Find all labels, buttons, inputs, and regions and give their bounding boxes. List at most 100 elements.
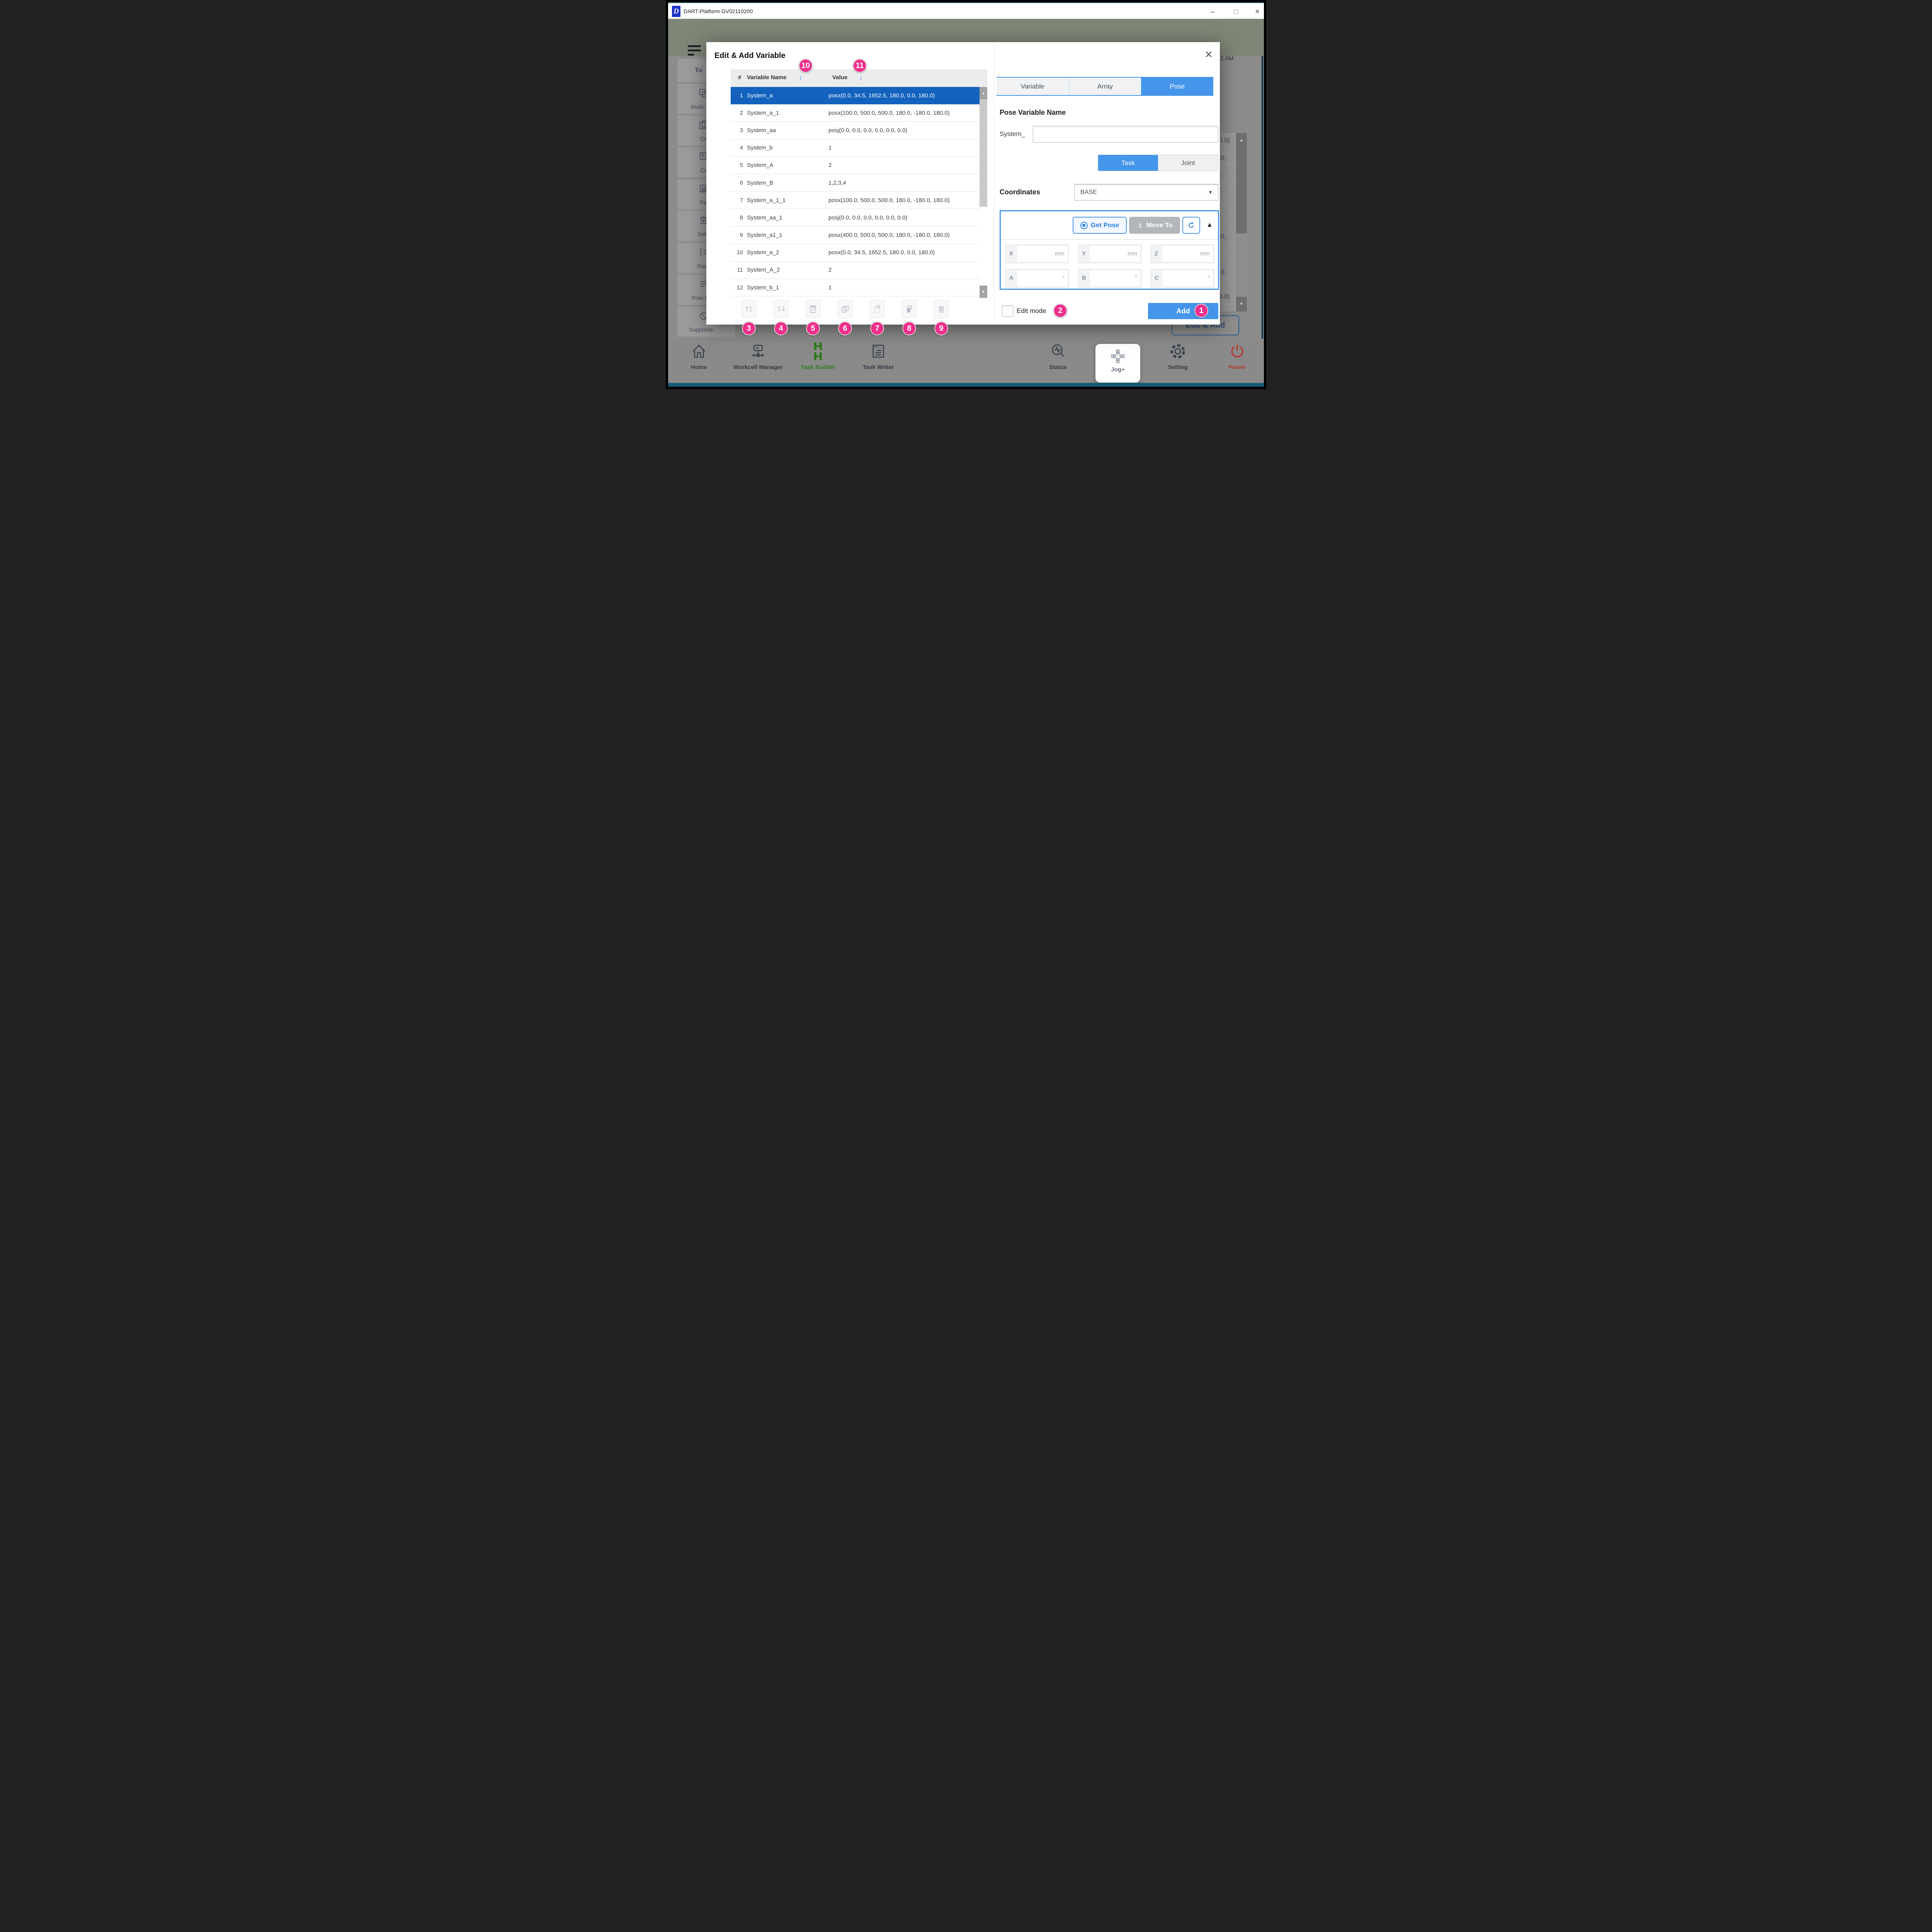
callout-badge-2: 2 (1053, 304, 1067, 318)
tab-variable[interactable]: Variable (997, 78, 1069, 95)
table-row[interactable]: 9 System_a1_1 posx(400.0, 500.0, 500.0, … (731, 227, 980, 244)
callout-badge-10: 10 (799, 59, 813, 73)
bottom-accent-line (668, 383, 1264, 387)
minimize-button[interactable]: – (1208, 7, 1218, 16)
close-window-button[interactable]: × (1252, 7, 1262, 16)
background-scroll-thumb[interactable] (1236, 148, 1247, 233)
b-input[interactable] (1090, 270, 1140, 286)
nav-power[interactable]: Power (1199, 342, 1264, 371)
maximize-button[interactable] (1231, 7, 1241, 16)
window-title: DART-Platform GV02110200 (684, 8, 753, 14)
sidebar-label: Suppress (689, 327, 713, 333)
hamburger-menu-icon[interactable] (688, 45, 702, 58)
table-row[interactable]: 10 System_a_2 posx(0.0, 34.5, 1652.5, 18… (731, 244, 980, 262)
dialog-close-icon[interactable]: × (1200, 46, 1217, 63)
trash-icon (937, 304, 946, 314)
table-row[interactable]: 4 System_b 1 (731, 139, 980, 157)
bottom-nav: Home Workcell Manager Task Builder Task … (668, 338, 1264, 383)
coordinates-dropdown[interactable]: BASE ▼ (1075, 184, 1218, 201)
pose-field-b[interactable]: B ° (1078, 269, 1141, 287)
pose-field-z[interactable]: Z mm (1151, 245, 1214, 263)
scroll-thumb[interactable] (980, 99, 987, 207)
move-to-button[interactable]: Move To (1129, 217, 1180, 234)
pose-name-input[interactable] (1033, 126, 1218, 143)
row-number: 3 (731, 127, 743, 134)
sidebar-label: Pa (700, 199, 707, 206)
copy-button[interactable] (838, 300, 852, 318)
edit-mode-checkbox[interactable] (1002, 305, 1014, 317)
background-value-fragment: .0, (1219, 155, 1226, 162)
table-scrollbar[interactable]: ▲ ▼ (980, 87, 987, 298)
workcell-manager-icon (749, 342, 767, 360)
tab-pose[interactable]: Pose (1141, 78, 1213, 95)
table-row[interactable]: 1 System_a posx(0.0, 34.5, 1652.5, 180.0… (731, 87, 980, 104)
background-value-fragment: 0.0) (1219, 137, 1230, 144)
nav-jog[interactable]: Jog+ (1095, 344, 1140, 383)
background-scroll-up-icon[interactable]: ▲ (1236, 133, 1247, 148)
delete-button[interactable] (934, 300, 949, 318)
coordinates-value: BASE (1080, 189, 1208, 196)
edit-mode-label: Edit mode (1017, 307, 1046, 315)
window-titlebar: D DART-Platform GV02110200 – × (668, 2, 1264, 19)
paste-button[interactable] (902, 300, 917, 318)
sidebar-label: Del (698, 231, 707, 238)
row-number: 4 (731, 145, 743, 151)
pose-field-c[interactable]: C ° (1151, 269, 1214, 287)
paste-icon (905, 304, 914, 314)
row-number: 11 (731, 267, 743, 273)
pose-field-a[interactable]: A ° (1005, 269, 1069, 287)
a-input[interactable] (1017, 270, 1068, 286)
tab-array[interactable]: Array (1069, 78, 1141, 95)
row-variable-name: System_a_1_1 (747, 197, 828, 204)
reset-pose-button[interactable] (1182, 217, 1200, 234)
callout-badge-5: 5 (806, 321, 820, 335)
row-value: 2 (828, 162, 980, 168)
table-row[interactable]: 5 System_A 2 (731, 157, 980, 174)
table-row[interactable]: 8 System_aa_1 posj(0.0, 0.0, 0.0, 0.0, 0… (731, 209, 980, 226)
get-pose-icon (1080, 222, 1088, 229)
background-value-fragment: .0, (1219, 269, 1226, 276)
home-icon (690, 342, 708, 360)
sort-name-icon[interactable]: ↓ (799, 73, 803, 82)
pose-panel-divider (1001, 239, 1218, 240)
row-number: 1 (731, 92, 743, 99)
table-row[interactable]: 7 System_a_1_1 posx(100.0, 500.0, 500.0,… (731, 192, 980, 209)
nav-status[interactable]: Status (1019, 342, 1097, 371)
space-task-option[interactable]: Task (1098, 155, 1158, 171)
table-row[interactable]: 11 System_A_2 2 (731, 262, 980, 279)
pose-input-panel: Get Pose Move To ▲ X mm Y mm Z (1000, 210, 1219, 290)
nav-task-writer[interactable]: Task Writer (840, 342, 917, 371)
move-to-icon (1137, 222, 1144, 229)
pose-field-y[interactable]: Y mm (1078, 245, 1141, 263)
pose-field-x[interactable]: X mm (1005, 245, 1069, 263)
jog-dpad-icon (1109, 348, 1126, 365)
select-all-button[interactable] (806, 300, 820, 318)
app-logo: D (672, 6, 680, 17)
background-scrollbar[interactable]: ▲ ▼ (1236, 133, 1247, 311)
row-variable-name: System_a_2 (747, 249, 828, 256)
sort-value-icon[interactable]: ↓ (859, 73, 863, 82)
callout-badge-7: 7 (870, 321, 884, 335)
collapse-panel-icon[interactable]: ▲ (1206, 221, 1213, 229)
nav-home[interactable]: Home (680, 342, 718, 371)
background-scroll-down-icon[interactable]: ▼ (1236, 297, 1247, 311)
callout-badge-3: 3 (742, 321, 756, 335)
c-input[interactable] (1163, 270, 1213, 286)
name-prefix-label: System_ (1000, 130, 1025, 138)
scroll-down-icon[interactable]: ▼ (980, 286, 987, 298)
power-icon (1228, 342, 1246, 360)
move-row-up-button[interactable] (742, 300, 756, 318)
cut-selection-button[interactable] (870, 300, 884, 318)
table-row[interactable]: 12 System_b_1 1 (731, 279, 980, 296)
row-number: 10 (731, 249, 743, 256)
table-row[interactable]: 2 System_a_1 posx(100.0, 500.0, 500.0, 1… (731, 104, 980, 122)
row-variable-name: System_b_1 (747, 284, 828, 291)
scroll-up-icon[interactable]: ▲ (980, 87, 987, 99)
move-row-down-button[interactable] (774, 300, 788, 318)
table-row[interactable]: 3 System_aa posj(0.0, 0.0, 0.0, 0.0, 0.0… (731, 122, 980, 139)
callout-badge-6: 6 (838, 321, 852, 335)
table-row[interactable]: 6 System_B 1,2,3,4 (731, 174, 980, 192)
screenshot-root: D DART-Platform GV02110200 – × Task_2024… (666, 0, 1266, 389)
space-joint-option[interactable]: Joint (1158, 155, 1218, 171)
get-pose-button[interactable]: Get Pose (1073, 217, 1127, 234)
